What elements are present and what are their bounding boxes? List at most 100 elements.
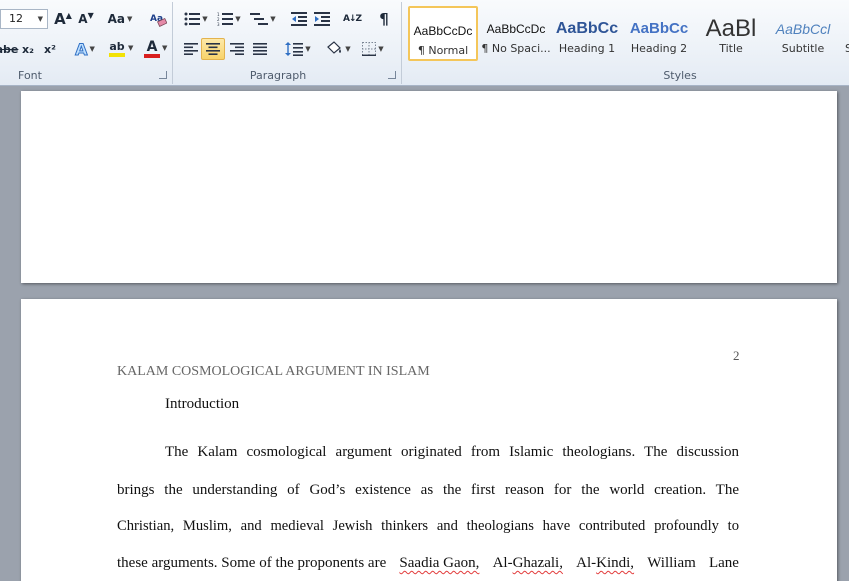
strikethrough-button[interactable]: abe [0,38,19,60]
sort-icon: A↓Z [342,14,362,24]
grow-font-button[interactable]: A ▲ [52,8,74,30]
paragraph-dialog-launcher-icon[interactable] [388,71,396,79]
align-right-icon [230,43,244,55]
spelling-flag[interactable]: Ghazali, [513,555,563,571]
line-text: Al- [576,555,597,571]
style-subtle-emphasis[interactable]: S [840,6,849,61]
shrink-font-button[interactable]: A ▼ [75,8,97,30]
style-name: Subtitle [781,42,825,55]
paint-bucket-icon [327,41,342,54]
align-right-button[interactable] [226,38,248,60]
style-preview [840,16,849,42]
superscript-button[interactable]: x² [40,38,60,60]
page-number: 2 [733,348,740,363]
subscript-icon: x₂ [22,42,34,56]
line-text: Al-Ghazali, [493,555,563,572]
font-color-bar [144,53,160,58]
text-effects-icon: A [75,39,88,59]
chevron-down-icon: ▼ [162,44,168,52]
style-normal[interactable]: AaBbCcDc ¶ Normal [408,6,478,61]
line-text: Lane [708,555,739,571]
spelling-flag[interactable]: Kindi, [596,555,634,571]
paragraph-line: Christian, Muslim, and medieval Jewish t… [117,518,739,535]
bullet-list-icon [184,12,201,26]
paragraph-line: The Kalam cosmological argument originat… [117,444,739,461]
spelling-flag[interactable]: Saadia Gaon, [399,555,479,572]
chevron-down-icon: ▼ [128,44,134,52]
style-name: ¶ No Spaci... [481,42,551,55]
line-text: these arguments. Some of the proponents … [117,555,387,571]
decrease-indent-icon [291,12,307,26]
align-left-icon [184,43,198,55]
shrink-font-icon: A [78,12,88,26]
style-preview: AaBbCcDc [486,22,546,36]
pilcrow-icon: ¶ [379,10,389,28]
grow-font-icon: A [54,10,66,28]
line-text: Christian, Muslim, and medieval Jewish t… [117,518,739,534]
style-name: Heading 2 [630,42,688,55]
align-center-button[interactable] [201,38,225,60]
highlighter-icon: ab [109,40,125,53]
font-size-value: 12 [9,12,23,25]
style-subtitle[interactable]: AaBbCcl Subtitle [768,6,838,61]
increase-indent-button[interactable] [311,8,333,30]
text-effects-button[interactable]: A ▼ [71,38,99,60]
document-page-2[interactable]: 2 KALAM COSMOLOGICAL ARGUMENT IN ISLAM I… [21,299,837,581]
font-group-label: Font [18,69,42,82]
ribbon: 12 ▼ A▲ A▼ Aa▼ Aa abe x₂ x² A▼ ab ▼ A ▼ … [0,0,849,86]
align-center-icon [206,43,220,55]
borders-button[interactable]: ▼ [357,38,389,60]
style-preview: AaBl [705,16,757,42]
paragraph-group-label: Paragraph [249,69,307,82]
document-page-1[interactable] [21,91,837,283]
styles-group-label: Styles [663,69,697,82]
highlight-color-bar [109,53,125,57]
decrease-indent-button[interactable] [288,8,310,30]
style-preview: AaBbCc [555,20,619,37]
style-name: S [845,42,849,55]
clear-formatting-button[interactable]: Aa [146,8,170,30]
style-preview: AaBbCcl [775,21,831,37]
justify-button[interactable] [249,38,271,60]
show-formatting-marks-button[interactable]: ¶ [373,8,395,30]
paragraph-line: brings the understanding of God’s existe… [117,482,739,499]
numbered-list-icon: 123 [217,12,234,26]
multilevel-list-icon [250,13,269,25]
style-name: Title [719,42,743,55]
multilevel-list-button[interactable]: ▼ [247,8,279,30]
line-text: Al- [492,555,513,571]
font-color-icon: A [146,38,158,55]
strikethrough-icon: abe [0,42,19,56]
style-title[interactable]: AaBl Title [696,6,766,61]
line-text: Al-Kindi, [576,555,634,572]
style-heading-2[interactable]: AaBbCc Heading 2 [624,6,694,61]
style-no-spacing[interactable]: AaBbCcDc ¶ No Spaci... [481,6,551,61]
style-preview: AaBbCc [629,20,689,37]
paragraph-line: these arguments. Some of the proponents … [117,555,739,572]
style-preview: AaBbCcDc [413,24,473,38]
shading-button[interactable]: ▼ [322,38,354,60]
change-case-button[interactable]: Aa ▼ [106,8,134,30]
line-text: The Kalam cosmological argument originat… [165,444,739,460]
style-heading-1[interactable]: AaBbCc Heading 1 [552,6,622,61]
justify-icon [253,43,267,55]
line-spacing-button[interactable]: ▼ [283,38,313,60]
bullets-button[interactable]: ▼ [181,8,211,30]
sort-button[interactable]: A↓Z [340,8,364,30]
subscript-button[interactable]: x₂ [18,38,38,60]
line-spacing-icon [285,42,304,56]
style-name: ¶ Normal [417,44,469,57]
line-text: brings the understanding of God’s existe… [117,482,739,498]
font-size-box[interactable]: 12 ▼ [0,9,48,29]
increase-indent-icon [314,12,330,26]
change-case-icon: Aa [107,12,125,26]
numbering-button[interactable]: 123 ▼ [214,8,244,30]
style-name: Heading 1 [558,42,616,55]
group-divider [401,2,402,84]
section-heading: Introduction [165,396,240,412]
font-dialog-launcher-icon[interactable] [159,71,167,79]
superscript-icon: x² [44,42,56,56]
align-left-button[interactable] [180,38,202,60]
eraser-icon: Aa [150,14,167,27]
running-head: KALAM COSMOLOGICAL ARGUMENT IN ISLAM [117,364,430,379]
